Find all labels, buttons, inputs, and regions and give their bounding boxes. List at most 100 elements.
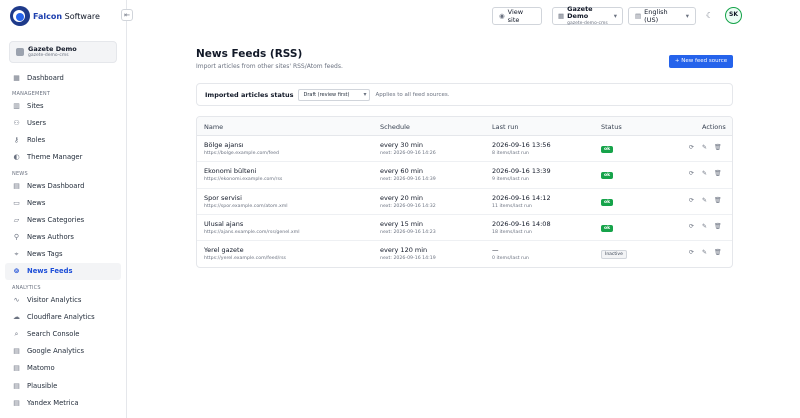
- tenant-title: Gazete Demo: [28, 45, 77, 53]
- status-cell: ok: [601, 197, 614, 206]
- status-label: Imported articles status: [205, 90, 294, 99]
- new-feed-source-button[interactable]: + New feed source: [669, 55, 733, 68]
- sidebar-item-google-analytics[interactable]: ▤ Google Analytics: [5, 343, 121, 360]
- table-body: Bölge ajansı https://bolge.example.com/f…: [197, 136, 732, 267]
- grid-icon: ▦: [13, 73, 20, 82]
- language-select[interactable]: ▤ English (US) ▾: [628, 7, 696, 25]
- schedule-cell: every 120 min next: 2026-09-16 14:19: [380, 246, 436, 262]
- tenant-dropdown[interactable]: ▦ Gazete Demo gazete-demo-cms ▾: [552, 5, 623, 26]
- feed-url: https://bolge.example.com/feed: [204, 151, 279, 156]
- edit-icon[interactable]: ✎: [701, 170, 708, 177]
- status-badge: ok: [601, 224, 614, 232]
- edit-icon[interactable]: ✎: [701, 223, 708, 230]
- last-run-time: 2026-09-16 13:39: [492, 167, 551, 176]
- schedule-interval: every 30 min: [380, 141, 424, 149]
- building-icon: [16, 48, 24, 56]
- edit-icon[interactable]: ✎: [701, 249, 708, 256]
- document-icon: ▭: [13, 198, 20, 207]
- sidebar-item-yandex-metrica[interactable]: ▤ Yandex Metrica: [5, 394, 121, 411]
- palette-icon: ◐: [13, 153, 20, 162]
- sidebar-item-label: Dashboard: [27, 73, 64, 82]
- status-cell: ok: [601, 223, 614, 232]
- sidebar-item-news-authors[interactable]: ⚲ News Authors: [5, 229, 121, 246]
- moon-icon[interactable]: ☾: [706, 11, 713, 20]
- feed-name[interactable]: Spor servisi: [204, 194, 288, 202]
- edit-icon[interactable]: ✎: [701, 144, 708, 151]
- status-cell: ok: [601, 144, 614, 153]
- row-actions: ⟳ ✎ 🗑: [688, 223, 722, 230]
- trash-icon[interactable]: 🗑: [714, 144, 722, 151]
- sidebar-item-theme-manager[interactable]: ◐ Theme Manager: [5, 149, 121, 166]
- edit-icon[interactable]: ✎: [701, 197, 708, 204]
- sidebar-item-label: Users: [27, 118, 47, 127]
- table-row: Ekonomi bülteni https://ekonomi.example.…: [197, 162, 732, 189]
- sidebar-item-news-dashboard[interactable]: ▤ News Dashboard: [5, 177, 121, 194]
- status-select[interactable]: Draft (review first): [298, 88, 371, 101]
- schedule-interval: every 15 min: [380, 219, 424, 228]
- schedule-interval: every 60 min: [380, 167, 424, 176]
- schedule-cell: every 15 min next: 2026-09-16 14:23: [380, 220, 436, 236]
- chart-icon: ▤: [13, 381, 20, 390]
- view-site-button[interactable]: ◉ View site: [492, 7, 542, 25]
- feeds-table: Name Schedule Last run Status Actions Bö…: [196, 116, 733, 268]
- feed-name[interactable]: Ekonomi bülteni: [204, 167, 282, 175]
- sidebar-item-news-categories[interactable]: ▱ News Categories: [5, 211, 121, 228]
- sidebar-item-label: Google Analytics: [27, 347, 84, 356]
- sidebar-item-search-console[interactable]: ⌕ Search Console: [5, 325, 121, 342]
- folder-icon: ▱: [13, 215, 20, 224]
- feed-name-cell: Ulusal ajans https://ajans.example.com/r…: [204, 220, 300, 236]
- sidebar-item-users[interactable]: ⚇ Users: [5, 114, 121, 131]
- row-actions: ⟳ ✎ 🗑: [688, 197, 722, 204]
- refresh-icon[interactable]: ⟳: [688, 144, 695, 151]
- sidebar-item-plausible[interactable]: ▤ Plausible: [5, 377, 121, 394]
- last-run-time: 2026-09-16 14:08: [492, 219, 551, 228]
- chart-icon: ▤: [13, 347, 20, 356]
- sidebar-item-news-feeds[interactable]: ⊚ News Feeds: [5, 262, 121, 281]
- sidebar-item-label: News Dashboard: [27, 181, 85, 190]
- tenant-dropdown-subtitle: gazete-demo-cms: [567, 20, 608, 26]
- sidebar-item-cloudflare-analytics[interactable]: ☁ Cloudflare Analytics: [5, 308, 121, 325]
- refresh-icon[interactable]: ⟳: [688, 223, 695, 230]
- activity-icon: ∿: [13, 295, 20, 304]
- refresh-icon[interactable]: ⟳: [688, 170, 695, 177]
- brand-logo[interactable]: Falcon Software: [0, 0, 126, 32]
- feed-name[interactable]: Ulusal ajans: [204, 220, 300, 228]
- page-title: News Feeds (RSS): [196, 48, 303, 60]
- status-badge: ok: [601, 198, 614, 206]
- tag-icon: ⌖: [14, 250, 19, 259]
- schedule-cell: every 30 min next: 2026-09-16 14:26: [380, 141, 436, 157]
- sidebar-item-label: Cloudflare Analytics: [27, 312, 95, 321]
- trash-icon[interactable]: 🗑: [714, 223, 722, 230]
- sidebar-item-sites[interactable]: ▥ Sites: [5, 97, 121, 114]
- table-row: Ulusal ajans https://ajans.example.com/r…: [197, 215, 732, 242]
- trash-icon[interactable]: 🗑: [714, 249, 722, 256]
- schedule-cell: every 20 min next: 2026-09-16 14:32: [380, 194, 436, 210]
- sidebar-item-label: News Feeds: [27, 267, 73, 276]
- nav-section-news: NEWS: [12, 170, 28, 177]
- sidebar-nav: ▦ Dashboard MANAGEMENT ▥ Sites ⚇ Users ⚷ Roles ◐ T…: [0, 69, 126, 411]
- sidebar-item-label: News Categories: [27, 215, 85, 224]
- refresh-icon[interactable]: ⟳: [688, 197, 695, 204]
- sidebar-item-label: Sites: [27, 101, 44, 110]
- sidebar-item-news-tags[interactable]: ⌖ News Tags: [5, 246, 121, 263]
- sidebar-item-label: News: [27, 198, 46, 207]
- last-run-time: 2026-09-16 14:12: [492, 193, 551, 202]
- sidebar-item-news[interactable]: ▭ News: [5, 194, 121, 211]
- building-icon: ▦: [558, 12, 565, 20]
- feed-name[interactable]: Yerel gazete: [204, 246, 286, 254]
- trash-icon[interactable]: 🗑: [714, 170, 722, 177]
- refresh-icon[interactable]: ⟳: [688, 249, 695, 256]
- collapse-sidebar-button[interactable]: ⇤: [121, 9, 133, 21]
- sidebar-item-matomo[interactable]: ▤ Matomo: [5, 360, 121, 377]
- collapse-icon: ⇤: [124, 11, 130, 19]
- sidebar-item-dashboard[interactable]: ▦ Dashboard: [5, 69, 121, 86]
- sidebar-item-roles[interactable]: ⚷ Roles: [5, 132, 121, 149]
- falcon-logo-icon: [10, 6, 30, 26]
- sidebar-item-visitor-analytics[interactable]: ∿ Visitor Analytics: [5, 291, 121, 308]
- avatar[interactable]: SK: [725, 7, 742, 24]
- feed-name[interactable]: Bölge ajansı: [204, 141, 279, 149]
- trash-icon[interactable]: 🗑: [714, 197, 722, 204]
- tenant-switcher[interactable]: Gazete Demo gazete-demo-cms: [9, 41, 117, 63]
- rss-icon: ⊚: [13, 267, 20, 276]
- flag-icon: ▤: [635, 12, 642, 20]
